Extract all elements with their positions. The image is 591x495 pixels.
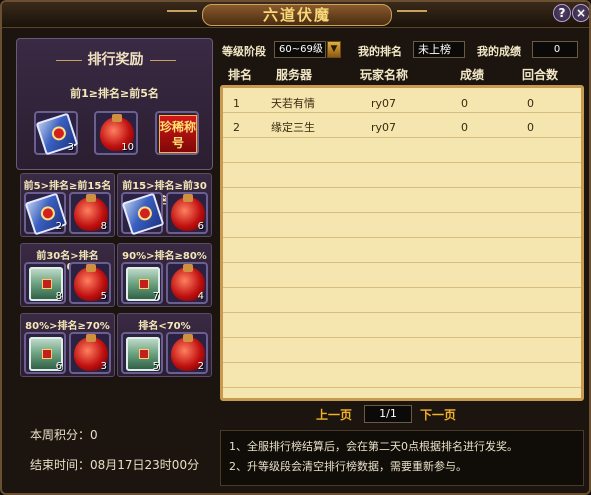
reward-tier-box: 前5>排名≥前15名 2 8 [20,173,115,237]
score-cell: 0 [461,97,468,110]
rank-cell: 1 [233,97,240,110]
level-label: 等级阶段 [222,45,266,58]
item-count: 6 [197,221,204,232]
reward-slot[interactable]: 珍稀称号 [155,111,199,155]
my-score-label: 我的成绩 [477,45,521,58]
column-header: 回合数 [522,68,559,82]
score-cell: 0 [461,121,468,134]
reward-tier-box: 90%>排名≥80% 7 4 [117,243,212,307]
next-page-button[interactable]: 下一页 [420,406,456,423]
item-count: 8 [100,221,107,232]
server-cell: 缘定三生 [271,121,315,134]
reward-slot[interactable]: 6 [166,192,208,234]
rank-cell: 2 [233,121,240,134]
column-header: 玩家名称 [360,68,409,82]
reward-tier-box: 排名<70% 5 2 [117,313,212,377]
table-row[interactable]: 2 缘定三生 ry07 0 0 [223,116,581,140]
my-rank-label: 我的排名 [358,45,402,58]
note-line: 1、全服排行榜结算后，会在第二天0点根据排名进行发奖。 [229,440,518,453]
level-select[interactable]: 60~69级 [274,41,326,58]
reward-tier-box: 前15>排名≥前30名 6 [117,173,212,237]
reward-tier-box: 80%>排名≥70% 6 3 [20,313,115,377]
reward-slot[interactable]: 6 [24,332,66,374]
column-header: 服务器 [276,68,313,82]
reward-slot[interactable] [121,192,165,236]
column-header: 排名 [228,68,253,82]
item-count: 3 [67,142,74,153]
tier-caption: 80%>排名≥70% [25,321,110,332]
ranking-window: 六道伏魔 ? × 排行奖励 前1≥排名≥前5名 3 10 珍稀称号 前5>排名≥… [0,0,591,495]
item-count: 3 [100,361,107,372]
top-rank-caption: 前1≥排名≥前5名 [70,87,159,100]
page-indicator: 1/1 [364,405,412,423]
ranking-table: 1 天若有情 ry07 0 0 2 缘定三生 ry07 0 0 [220,85,584,401]
tier-caption: 前5>排名≥前15名 [23,181,112,192]
reward-panel: 排行奖励 前1≥排名≥前5名 3 10 珍稀称号 前5>排名≥前15名 2 8 … [16,38,213,486]
reward-slot[interactable]: 2 [166,332,208,374]
note-line: 2、升等级段会清空排行榜数据，需要重新参与。 [229,460,467,473]
weekly-points: 本周积分：0 [30,428,98,442]
item-count: 7 [152,291,159,302]
item-count: 8 [55,291,62,302]
my-score-value: 0 [532,41,578,58]
chevron-down-icon[interactable]: ▼ [327,41,341,58]
server-cell: 天若有情 [271,97,315,110]
rare-title-icon: 珍稀称号 [159,115,197,153]
column-header: 成绩 [460,68,485,82]
prev-page-button[interactable]: 上一页 [316,406,352,423]
reward-slot[interactable]: 5 [121,332,163,374]
reward-slot[interactable]: 2 [24,192,68,236]
item-count: 2 [55,221,62,232]
reward-slot[interactable]: 3 [34,111,79,156]
tier-caption: 90%>排名≥80% [122,251,207,262]
my-rank-value: 未上榜 [413,41,465,58]
table-row[interactable]: 1 天若有情 ry07 0 0 [223,92,581,116]
reward-slot[interactable]: 8 [69,192,111,234]
reward-slot[interactable]: 3 [69,332,111,374]
reward-tier-box: 前30名>排名≥90% 8 5 [20,243,115,307]
item-count: 2 [197,361,204,372]
item-count: 10 [121,142,134,153]
item-count: 4 [197,291,204,302]
title-bar: 六道伏魔 ? × [2,2,589,28]
help-button[interactable]: ? [553,4,571,22]
reward-slot[interactable]: 4 [166,262,208,304]
rounds-cell: 0 [527,97,534,110]
end-time: 结束时间：08月17日23时00分 [30,458,200,472]
reward-slot[interactable]: 5 [69,262,111,304]
close-button[interactable]: × [572,4,589,22]
tier-caption: 排名<70% [138,321,191,332]
player-cell: ry07 [371,97,397,110]
reward-slot[interactable]: 7 [121,262,163,304]
top-reward-box: 排行奖励 前1≥排名≥前5名 3 10 珍稀称号 [16,38,213,170]
reward-header: 排行奖励 [17,49,214,69]
rounds-cell: 0 [527,121,534,134]
table-header: 排名 服务器 玩家名称 成绩 回合数 [220,64,584,84]
reward-slot[interactable]: 10 [94,111,138,155]
item-count: 6 [55,361,62,372]
window-title: 六道伏魔 [167,4,427,26]
notes-box: 1、全服排行榜结算后，会在第二天0点根据排名进行发奖。 2、升等级段会清空排行榜… [220,430,584,486]
player-cell: ry07 [371,121,397,134]
reward-slot[interactable]: 8 [24,262,66,304]
item-count: 5 [152,361,159,372]
item-count: 5 [100,291,107,302]
scroll-icon [121,192,165,236]
